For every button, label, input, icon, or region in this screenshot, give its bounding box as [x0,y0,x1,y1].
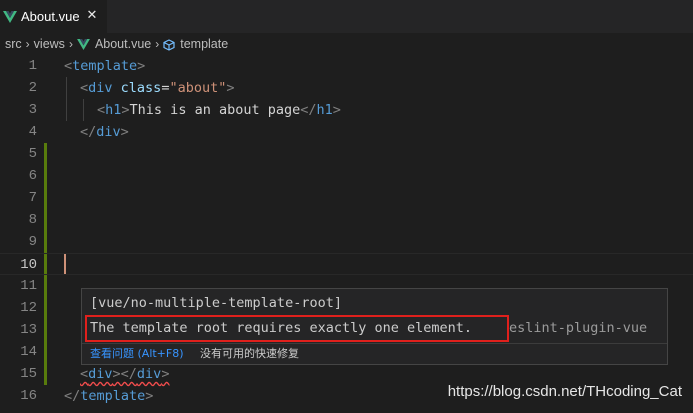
lint-rule-name: [vue/no-multiple-template-root] [90,295,342,311]
line-number: 1 [28,58,37,74]
lint-hover-popup: [vue/no-multiple-template-root] The temp… [81,288,668,365]
chevron-right-icon: › [25,37,30,51]
code-line: 7 [0,187,693,209]
hover-status-bar: 查看问题 (Alt+F8) 没有可用的快速修复 [82,343,667,364]
breadcrumb-file[interactable]: About.vue [77,37,151,51]
line-code: </div> [80,124,129,140]
line-number: 3 [28,102,37,118]
line-number: 11 [20,278,37,294]
tab-about-vue[interactable]: About.vue ✕ [0,0,107,33]
line-number: 5 [28,146,37,162]
tab-bar: About.vue ✕ [0,0,693,33]
line-number: 16 [20,388,37,404]
code-line: 6 [0,165,693,187]
error-code-span[interactable]: <div></div> [80,363,169,385]
lint-source: eslint-plugin-vue [509,320,648,336]
code-line: 5 [0,143,693,165]
watermark: https://blog.csdn.net/THcoding_Cat [447,383,682,400]
line-number: 6 [28,168,37,184]
cube-icon [163,39,175,51]
line-code: <h1>This is an about page</h1> [97,102,341,118]
code-line: 15 <div></div> [0,363,693,385]
breadcrumb-symbol[interactable]: template [163,37,228,51]
line-number: 7 [28,190,37,206]
line-number: 14 [20,344,37,360]
no-quick-fix-text: 没有可用的快速修复 [200,347,299,360]
line-number: 9 [28,234,37,250]
code-line: 4 </div> [0,121,693,143]
close-icon[interactable]: ✕ [85,9,99,23]
tab-label: About.vue [21,9,80,24]
line-number: 13 [20,322,37,338]
lint-message: The template root requires exactly one e… [90,320,473,336]
breadcrumb-src[interactable]: src [5,37,22,51]
line-code: </template> [64,388,154,404]
text-cursor [64,254,66,274]
breadcrumb: src › views › About.vue › template [0,33,693,55]
breadcrumb-symbol-label: template [180,37,229,51]
vue-icon [3,10,17,23]
line-number: 8 [28,212,37,228]
current-line: 10 [0,253,693,275]
line-code: <template> [64,58,146,74]
line-number: 15 [20,366,37,382]
line-code: <div class="about"> [80,80,235,96]
breadcrumb-file-label: About.vue [94,37,152,51]
line-number: 12 [20,300,37,316]
breadcrumb-views[interactable]: views [34,37,65,51]
line-number: 2 [28,80,37,96]
line-number: 4 [28,124,37,140]
chevron-right-icon: › [68,37,73,51]
code-line: 9 [0,231,693,253]
peek-problem-link[interactable]: 查看问题 (Alt+F8) [90,344,184,364]
code-line: 2 <div class="about"> [0,77,693,99]
code-line: 1 <template> [0,55,693,77]
vue-icon [77,39,90,51]
code-line: 3 <h1>This is an about page</h1> [0,99,693,121]
code-line: 8 [0,209,693,231]
chevron-right-icon: › [155,37,160,51]
line-number: 10 [20,257,37,273]
